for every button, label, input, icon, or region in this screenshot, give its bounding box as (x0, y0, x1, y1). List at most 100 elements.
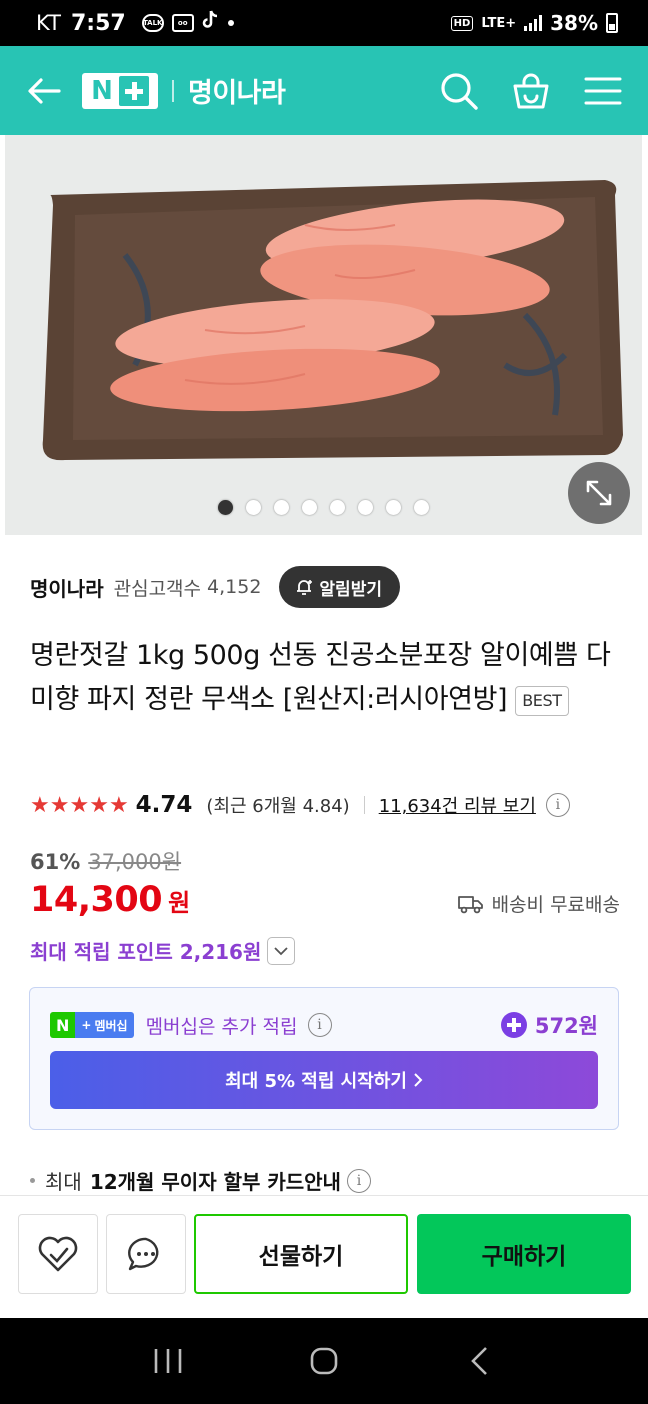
currency-label: 원 (168, 889, 191, 917)
installment-info-icon[interactable]: i (346, 1168, 371, 1193)
recent-apps-button[interactable] (138, 1336, 198, 1386)
membership-amount: 572원 (500, 1010, 598, 1040)
store-info-row: 명이나라 관심고객수 4,152 알림받기 (30, 566, 400, 608)
bottom-action-bar: 선물하기 구매하기 (0, 1195, 648, 1318)
carousel-dot[interactable] (246, 500, 261, 515)
points-expand-button[interactable] (267, 936, 296, 965)
original-price: 37,000원 (88, 850, 182, 874)
home-button[interactable] (294, 1336, 354, 1386)
carousel-dot[interactable] (414, 500, 429, 515)
notify-button[interactable]: 알림받기 (279, 566, 400, 608)
membership-cta-label: 최대 5% 적립 시작하기 (225, 1071, 407, 1092)
membership-start-button[interactable]: 최대 5% 적립 시작하기 (50, 1051, 598, 1109)
back-nav-button[interactable] (450, 1336, 510, 1386)
carousel-dot[interactable] (386, 500, 401, 515)
product-title: 명란젓갈 1kg 500g 선동 진공소분포장 알이예쁨 다미향 파지 정란 무… (30, 634, 620, 722)
installment-text: 12개월 무이자 할부 카드안내 (89, 1170, 341, 1194)
hd-voice-icon: HD (450, 15, 474, 31)
home-icon (310, 1347, 338, 1375)
carousel-dot[interactable] (218, 500, 233, 515)
menu-icon (584, 77, 622, 104)
sale-price: 14,300 (30, 880, 163, 920)
star-icon: ★ (30, 792, 50, 818)
max-points-label: 최대 적립 포인트 2,216원 (30, 940, 262, 964)
rating-value: 4.74 (135, 792, 193, 818)
star-rating: ★ ★ ★ ★ ★ (30, 792, 129, 818)
star-half-icon: ★ (108, 792, 129, 818)
rating-recent: (최근 6개월 4.84) (206, 796, 350, 817)
back-chevron-icon (471, 1347, 487, 1375)
tiktok-notification-icon (202, 10, 220, 36)
membership-info-icon[interactable]: i (307, 1013, 332, 1037)
divider (363, 796, 365, 814)
chevron-right-icon (414, 1073, 423, 1087)
badge-label: 멤버십 (94, 1018, 128, 1033)
plus-circle-icon (500, 1012, 527, 1038)
membership-box: N + 멤버십 멤버십은 추가 적립 i 572원 최대 5% 적립 시작하기 (29, 987, 619, 1130)
search-button[interactable] (438, 70, 480, 112)
heart-check-icon (38, 1236, 78, 1272)
system-nav-bar (0, 1318, 648, 1404)
shopping-bag-icon (513, 73, 549, 108)
bell-plus-icon (297, 580, 313, 595)
chat-button[interactable] (106, 1214, 186, 1294)
carousel-dot[interactable] (274, 500, 289, 515)
product-photo (5, 135, 642, 535)
naver-plus-logo[interactable]: N (82, 72, 158, 109)
product-image-carousel[interactable] (5, 135, 642, 535)
chevron-down-icon (274, 946, 288, 955)
best-badge: BEST (515, 685, 569, 716)
voicemail-notification-icon: oo (171, 14, 194, 32)
menu-button[interactable] (582, 70, 624, 112)
store-title[interactable]: 명이나라 (188, 71, 286, 110)
search-icon (441, 72, 478, 110)
carousel-dots (5, 500, 642, 515)
discount-rate: 61% (30, 850, 81, 874)
battery-percent: 38% (550, 11, 598, 35)
installment-row[interactable]: 최대 12개월 무이자 할부 카드안내 i (30, 1166, 371, 1195)
review-link[interactable]: 11,634건 리뷰 보기 (379, 792, 536, 818)
battery-icon (606, 13, 618, 33)
app-header: N 명이나라 (0, 46, 648, 135)
naver-plus-membership-badge: N + 멤버십 (50, 1012, 134, 1038)
star-icon: ★ (49, 792, 70, 818)
logo-n: N (91, 75, 113, 106)
membership-text: 멤버십은 추가 적립 (145, 1015, 298, 1038)
buy-button[interactable]: 구매하기 (417, 1214, 631, 1294)
cart-button[interactable] (510, 70, 552, 112)
back-button[interactable] (24, 71, 64, 111)
clock: 7:57 (70, 10, 126, 36)
star-icon: ★ (69, 792, 89, 818)
back-arrow-icon (28, 77, 61, 104)
carousel-dot[interactable] (302, 500, 317, 515)
more-notifications-dot (227, 20, 234, 26)
badge-n: N (50, 1012, 76, 1038)
carrier-label: KT (36, 11, 61, 35)
status-bar: KT 7:57 TALK oo HD LTE+ 38% (0, 0, 648, 46)
truck-icon (457, 895, 483, 913)
discount-row: 61% 37,000원 (30, 846, 181, 876)
sale-price-row: 14,300 원 (30, 880, 190, 920)
gift-button[interactable]: 선물하기 (194, 1214, 408, 1294)
plus-icon (118, 75, 149, 106)
signal-icon (524, 15, 543, 31)
talk-notification-icon: TALK (141, 14, 164, 32)
expand-image-button[interactable] (568, 462, 630, 524)
wishlist-button[interactable] (18, 1214, 98, 1294)
chat-bubble-icon (128, 1237, 159, 1271)
bullet (30, 1178, 35, 1183)
store-name[interactable]: 명이나라 (30, 573, 104, 602)
fans-label: 관심고객수 (113, 577, 202, 600)
info-icon[interactable]: i (545, 793, 570, 817)
badge-plus-part: + 멤버십 (75, 1012, 134, 1038)
carousel-dot[interactable] (330, 500, 345, 515)
expand-icon (586, 480, 612, 506)
shipping-info: 배송비 무료배송 (457, 890, 620, 917)
header-divider (172, 79, 174, 102)
max-points-row[interactable]: 최대 적립 포인트 2,216원 (30, 936, 296, 965)
fans-count: 4,152 (207, 576, 262, 598)
installment-prefix: 최대 (45, 1170, 82, 1194)
rating-row: ★ ★ ★ ★ ★ 4.74 (최근 6개월 4.84) 11,634건 리뷰 … (30, 788, 620, 822)
carousel-dot[interactable] (358, 500, 373, 515)
star-icon: ★ (89, 792, 109, 818)
